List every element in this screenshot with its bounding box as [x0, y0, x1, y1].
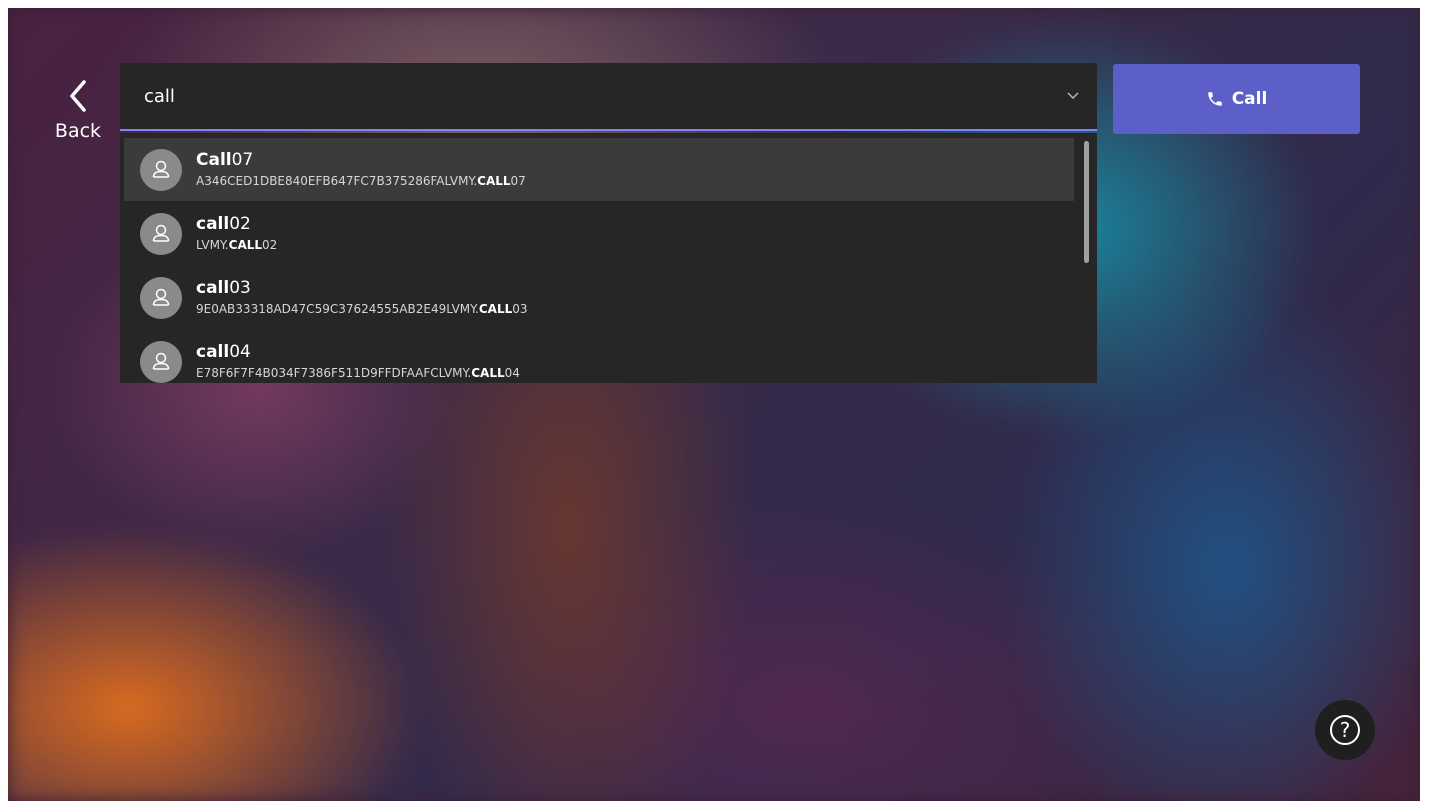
result-name: call04 — [196, 342, 251, 362]
result-id: E78F6F7F4B034F7386F511D9FFDFAAFCLVMY.CAL… — [196, 366, 520, 380]
help-button[interactable]: ? — [1315, 700, 1375, 760]
help-icon: ? — [1330, 715, 1360, 745]
result-id: 9E0AB33318AD47C59C37624555AB2E49LVMY.CAL… — [196, 302, 528, 316]
list-item[interactable]: call02 LVMY.CALL02 — [124, 202, 1074, 265]
avatar — [140, 212, 182, 255]
search-input[interactable] — [120, 63, 1067, 129]
phone-icon — [1207, 92, 1222, 106]
chevron-down-icon[interactable] — [1067, 92, 1079, 100]
list-item[interactable]: Call07 A346CED1DBE840EFB647FC7B375286FAL… — [124, 138, 1074, 201]
list-item[interactable]: call03 9E0AB33318AD47C59C37624555AB2E49L… — [124, 266, 1074, 329]
result-id: LVMY.CALL02 — [196, 238, 278, 252]
avatar — [140, 148, 182, 191]
avatar — [140, 276, 182, 319]
person-icon — [152, 160, 170, 178]
person-icon — [152, 352, 170, 370]
avatar — [140, 340, 182, 383]
list-item[interactable]: call04 E78F6F7F4B034F7386F511D9FFDFAAFCL… — [124, 330, 1074, 383]
chevron-left-icon — [70, 80, 86, 112]
result-name: call02 — [196, 214, 251, 234]
person-icon — [152, 288, 170, 306]
person-icon — [152, 224, 170, 242]
back-label: Back — [54, 120, 102, 142]
back-button[interactable]: Back — [48, 78, 108, 150]
result-name: Call07 — [196, 150, 254, 170]
search-box[interactable] — [120, 63, 1097, 131]
call-button-label: Call — [1231, 89, 1268, 109]
call-button[interactable]: Call — [1113, 64, 1360, 134]
search-results-list: Call07 A346CED1DBE840EFB647FC7B375286FAL… — [120, 133, 1097, 383]
result-name: call03 — [196, 278, 251, 298]
result-id: A346CED1DBE840EFB647FC7B375286FALVMY.CAL… — [196, 174, 526, 188]
scrollbar-thumb[interactable] — [1084, 141, 1089, 263]
